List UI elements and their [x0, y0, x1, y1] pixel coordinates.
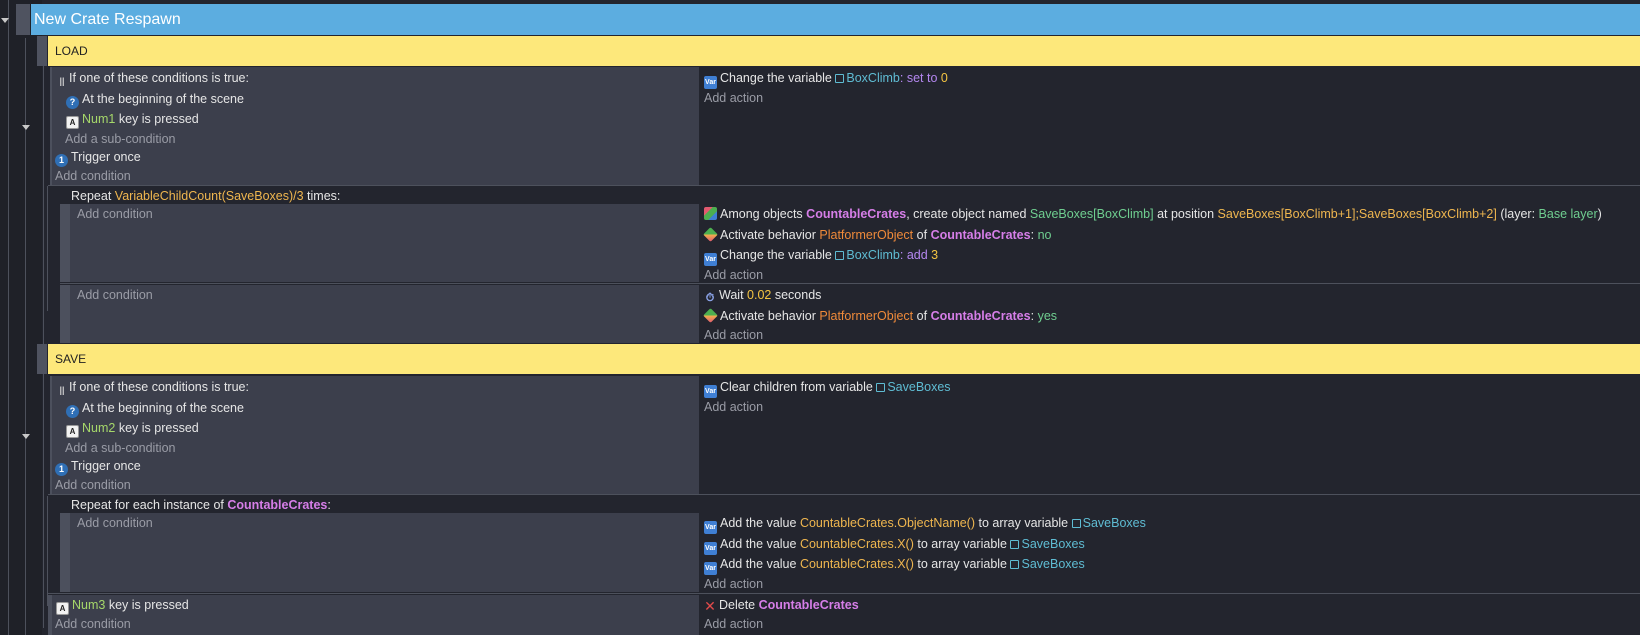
or-condition[interactable]: || If one of these conditions is true: — [58, 378, 249, 396]
create-object-icon — [704, 207, 717, 220]
action-change-variable[interactable]: Var Change the variable BoxClimb: add 3 — [704, 246, 938, 266]
action-add-array-value[interactable]: Var Add the value CountableCrates.ObjectN… — [704, 514, 1146, 534]
timer-icon: ⏱ — [705, 292, 715, 304]
delete-icon: ✕ — [704, 598, 716, 614]
scene-start-icon: ? — [66, 405, 79, 418]
event-separator — [48, 185, 1640, 186]
event-separator — [60, 283, 1640, 284]
variable-icon: Var — [704, 542, 717, 555]
add-condition-link[interactable]: Add condition — [77, 286, 153, 304]
action-activate-behavior[interactable]: Activate behavior PlatformerObject of Co… — [703, 307, 1057, 325]
conditions-panel[interactable] — [70, 204, 699, 282]
keyboard-icon: A — [66, 116, 79, 129]
scene-variable-icon — [876, 383, 886, 392]
condition-key-pressed[interactable]: A Num1 key is pressed — [66, 110, 199, 129]
variable-icon: Var — [704, 76, 717, 89]
event-separator — [48, 494, 1640, 495]
keyboard-icon: A — [56, 602, 69, 615]
add-action-link[interactable]: Add action — [704, 575, 763, 593]
add-action-link[interactable]: Add action — [704, 398, 763, 416]
scene-start-icon: ? — [66, 96, 79, 109]
action-change-variable[interactable]: Var Change the variable BoxClimb: set to … — [704, 69, 948, 89]
event-drag-handle[interactable] — [60, 513, 70, 592]
variable-icon: Var — [704, 385, 717, 398]
action-create-object[interactable]: Among objects CountableCrates, create ob… — [704, 205, 1602, 223]
condition-scene-start[interactable]: ? At the beginning of the scene — [66, 90, 244, 109]
or-condition[interactable]: || If one of these conditions is true: — [58, 69, 249, 87]
action-activate-behavior[interactable]: Activate behavior PlatformerObject of Co… — [703, 226, 1051, 244]
tree-line — [8, 0, 9, 635]
add-subcondition-link[interactable]: Add a sub-condition — [65, 439, 176, 457]
add-condition-link[interactable]: Add condition — [55, 167, 131, 185]
or-icon: || — [59, 76, 65, 86]
group-drag-handle[interactable] — [16, 4, 30, 35]
conditions-panel[interactable] — [70, 285, 699, 343]
trigger-once-icon: 1 — [55, 154, 68, 167]
trigger-once-icon: 1 — [55, 463, 68, 476]
scene-variable-icon — [835, 251, 845, 260]
event-drag-handle[interactable] — [60, 204, 70, 282]
behavior-icon — [703, 227, 718, 242]
event-separator — [48, 593, 1640, 594]
scene-variable-icon — [1010, 560, 1020, 569]
conditions-panel[interactable] — [70, 513, 699, 592]
repeat-header[interactable]: Repeat VariableChildCount(SaveBoxes)/3 t… — [71, 187, 340, 205]
condition-key-pressed[interactable]: A Num3 key is pressed — [56, 596, 189, 615]
action-wait[interactable]: ⏱ Wait 0.02 seconds — [704, 286, 822, 304]
condition-trigger-once[interactable]: 1 Trigger once — [55, 457, 141, 476]
condition-trigger-once[interactable]: 1 Trigger once — [55, 148, 141, 167]
action-add-array-value[interactable]: Var Add the value CountableCrates.X() to … — [704, 535, 1085, 555]
foreach-header[interactable]: Repeat for each instance of CountableCra… — [71, 496, 331, 514]
action-delete-object[interactable]: ✕ Delete CountableCrates — [704, 596, 859, 614]
event-drag-handle[interactable] — [60, 285, 70, 343]
scene-variable-icon — [835, 74, 845, 83]
comment-drag-handle[interactable] — [37, 344, 47, 374]
add-condition-link[interactable]: Add condition — [77, 205, 153, 223]
condition-key-pressed[interactable]: A Num2 key is pressed — [66, 419, 199, 438]
comment-text: LOAD — [55, 44, 88, 58]
events-gutter — [0, 0, 42, 635]
comment-drag-handle[interactable] — [37, 36, 47, 66]
variable-icon: Var — [704, 521, 717, 534]
tree-line — [47, 186, 48, 311]
action-add-array-value[interactable]: Var Add the value CountableCrates.X() to … — [704, 555, 1085, 575]
variable-icon: Var — [704, 562, 717, 575]
group-title: New Crate Respawn — [34, 11, 181, 28]
collapse-event-arrow[interactable] — [22, 125, 30, 130]
add-action-link[interactable]: Add action — [704, 266, 763, 284]
add-action-link[interactable]: Add action — [704, 89, 763, 107]
comment-save[interactable]: SAVE — [48, 344, 1640, 374]
collapse-group-arrow[interactable] — [1, 18, 9, 23]
group-header[interactable]: New Crate Respawn — [31, 4, 1640, 35]
comment-load[interactable]: LOAD — [48, 36, 1640, 66]
keyboard-icon: A — [66, 425, 79, 438]
or-icon: || — [59, 385, 65, 395]
add-action-link[interactable]: Add action — [704, 326, 763, 344]
collapse-event-arrow[interactable] — [22, 434, 30, 439]
variable-icon: Var — [704, 253, 717, 266]
scene-variable-icon — [1071, 519, 1081, 528]
add-condition-link[interactable]: Add condition — [55, 476, 131, 494]
add-action-link[interactable]: Add action — [704, 615, 763, 633]
action-clear-children[interactable]: Var Clear children from variable SaveBoxe… — [704, 378, 951, 398]
tree-line — [47, 496, 48, 606]
condition-scene-start[interactable]: ? At the beginning of the scene — [66, 399, 244, 418]
add-subcondition-link[interactable]: Add a sub-condition — [65, 130, 176, 148]
add-condition-link[interactable]: Add condition — [77, 514, 153, 532]
behavior-icon — [703, 308, 718, 323]
add-condition-link[interactable]: Add condition — [55, 615, 131, 633]
scene-variable-icon — [1010, 540, 1020, 549]
comment-text: SAVE — [55, 352, 87, 366]
